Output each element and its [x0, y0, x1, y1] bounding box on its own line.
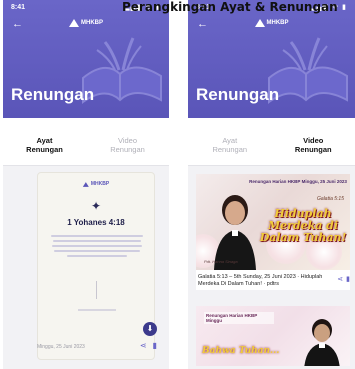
verse-date: Minggu, 25 Juni 2023: [37, 344, 85, 350]
verse-card[interactable]: MHKBP ✦ 1 Yohanes 4:18: [37, 172, 155, 360]
video-title: Galatia 5:13 – 5th Sunday, 25 Juni 2023 …: [196, 270, 350, 290]
bookmark-icon[interactable]: ▮: [153, 341, 157, 350]
tab-bar: Ayat Renungan Video Renungan: [3, 118, 169, 166]
tab-video-renungan[interactable]: Video Renungan: [86, 118, 169, 165]
thumbnail-verse-tag: Galatia 5:15: [317, 196, 344, 202]
verse-card-logo-text: MHKBP: [90, 181, 110, 187]
figure-caption: Perangkingan Ayat & Renungan: [122, 0, 338, 14]
share-icon[interactable]: ⋖: [337, 276, 343, 283]
bookmark-icon[interactable]: ▮: [346, 276, 350, 283]
logo-mark-icon: [69, 19, 79, 27]
back-arrow-icon[interactable]: ←: [12, 18, 23, 30]
app-header: 8:41 ▂▄▆ ᯤ ▮ ← MHKBP Renungan: [3, 0, 169, 118]
thumbnail-script-title: Hiduplah Merdeka di Dalam Tuhan!: [259, 207, 347, 244]
back-arrow-icon[interactable]: ←: [197, 18, 208, 30]
verse-reference: 1 Yohanes 4:18: [67, 218, 125, 227]
star-icon: ✦: [90, 199, 102, 213]
thumbnail-speaker-name: Pdt. Hanna Sinaga: [204, 259, 238, 264]
thumbnail-heading: Renungan Harian HKBP Minggu, 25 Juni 202…: [249, 179, 347, 184]
logo-text: MHKBP: [81, 20, 103, 26]
verse-actions: ⋖ ▮: [140, 341, 157, 350]
video-item[interactable]: Renungan Harian HKBP Minggu, 25 Juni 202…: [196, 174, 350, 290]
page-title: Renungan: [11, 85, 95, 104]
thumbnail-heading: Renungan Harian HKBP Minggu: [204, 312, 274, 324]
phone-screen-video: 8:41 ▂▄▆ ᯤ ▮ ← MHKBP Renungan Ayat Renun…: [188, 0, 355, 369]
app-logo: MHKBP: [69, 18, 103, 28]
logo-mark-icon: [254, 19, 265, 27]
logo-text: MHKBP: [266, 20, 289, 26]
download-icon[interactable]: ⬇: [143, 322, 157, 336]
share-icon[interactable]: ⋖: [140, 341, 147, 350]
video-title-text: Galatia 5:13 – 5th Sunday, 25 Juni 2023 …: [198, 274, 323, 287]
page-title: Renungan: [196, 85, 280, 104]
speaker-portrait: [214, 195, 256, 270]
verse-text-lines: [50, 235, 144, 260]
app-logo: MHKBP: [254, 18, 289, 28]
tab-ayat-renungan[interactable]: Ayat Renungan: [3, 118, 86, 165]
tab-ayat-renungan[interactable]: Ayat Renungan: [188, 118, 272, 165]
tab-video-renungan[interactable]: Video Renungan: [272, 118, 355, 165]
app-header: 8:41 ▂▄▆ ᯤ ▮ ← MHKBP Renungan: [188, 0, 355, 118]
tab-bar: Ayat Renungan Video Renungan: [188, 118, 355, 166]
video-thumbnail[interactable]: Renungan Harian HKBP Minggu Bahwa Tuhan.…: [196, 306, 350, 366]
divider: [96, 281, 97, 299]
phone-screen-ayat: 8:41 ▂▄▆ ᯤ ▮ ← MHKBP Renungan Ayat Renun…: [3, 0, 169, 369]
verse-footer-line: [78, 309, 116, 311]
thumbnail-script-title: Bahwa Tuhan...: [202, 346, 280, 356]
verse-card-logo: MHKBP: [82, 181, 110, 187]
video-item[interactable]: Renungan Harian HKBP Minggu Bahwa Tuhan.…: [196, 306, 350, 366]
logo-mark-icon: [82, 181, 89, 187]
video-thumbnail[interactable]: Renungan Harian HKBP Minggu, 25 Juni 202…: [196, 174, 350, 270]
speaker-portrait: [304, 319, 340, 366]
video-actions: ⋖ ▮: [337, 276, 350, 283]
status-time: 8:41: [11, 4, 26, 11]
